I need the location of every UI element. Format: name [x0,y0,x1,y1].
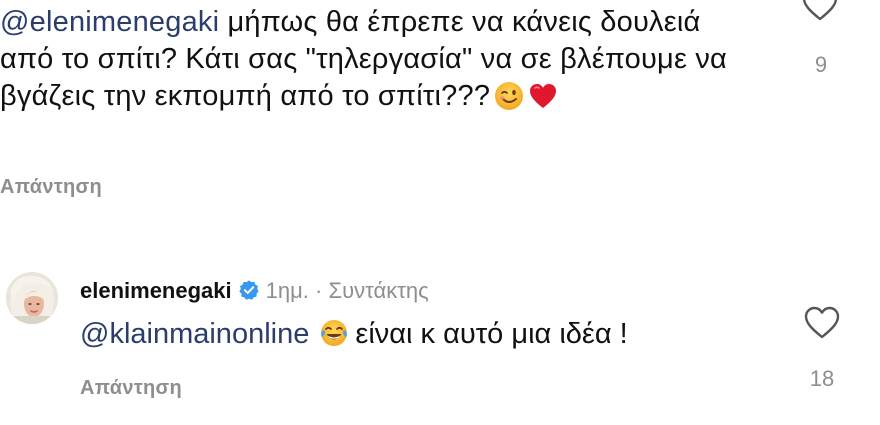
comment-text: @klainmainonline είναι κ αυτό μια ιδέα ! [80,316,628,352]
comment-username[interactable]: elenimenegaki [80,278,232,303]
winking-face-emoji [495,82,524,110]
like-count[interactable]: 18 [800,366,844,392]
like-count[interactable]: 9 [808,52,834,78]
meta-separator: · [315,278,323,303]
red-heart-emoji [530,84,557,108]
comment-text: @elenimenegaki μήπως θα έπρεπε να κάνεις… [0,4,760,115]
comment-header: elenimenegaki 1ημ. · Συντάκτης [80,276,429,306]
comment-body-text: είναι κ αυτό μια ιδέα ! [355,318,628,350]
avatar[interactable] [6,272,58,324]
heart-outline-icon[interactable] [800,0,840,22]
comment-timestamp: 1ημ. [265,278,309,303]
author-role-label: Συντάκτης [328,278,429,303]
verified-badge-icon [239,280,259,300]
comment-mention-link[interactable]: @elenimenegaki [0,6,219,38]
reply-button[interactable]: Απάντηση [0,176,102,199]
avatar-image [6,272,58,324]
comment-mention-link[interactable]: @klainmainonline [80,318,309,350]
reply-button[interactable]: Απάντηση [80,377,182,400]
tears-of-joy-emoji [321,320,348,346]
heart-outline-icon[interactable] [802,304,842,340]
